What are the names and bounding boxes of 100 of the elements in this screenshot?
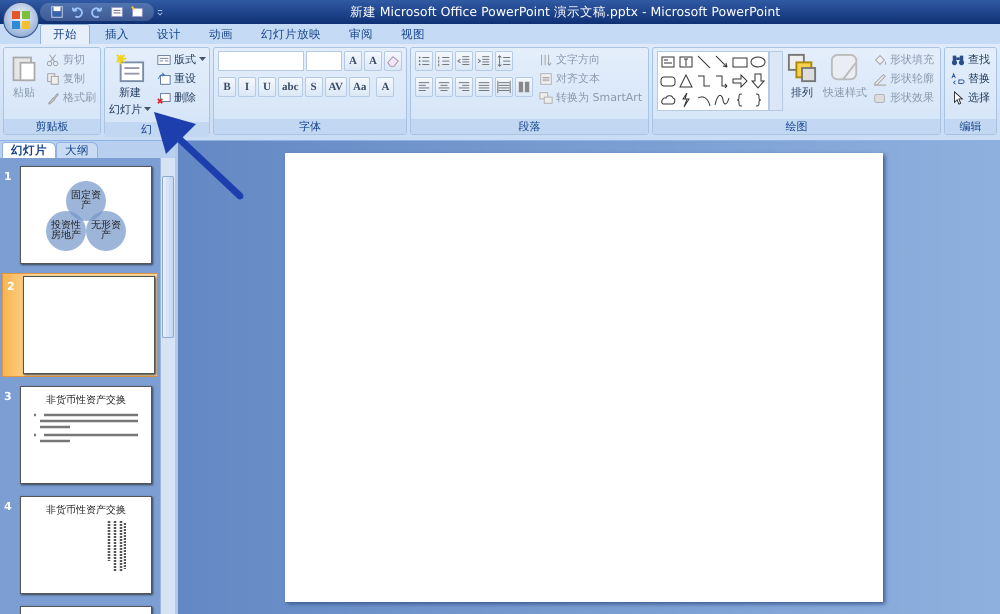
editing-button[interactable]: 替换 bbox=[949, 70, 992, 87]
shape-icon[interactable] bbox=[678, 54, 694, 70]
layout-icon bbox=[157, 52, 171, 66]
shapes-gallery[interactable] bbox=[657, 51, 770, 111]
format-button[interactable]: B bbox=[218, 77, 236, 97]
new-slide-button[interactable]: 新建 幻灯片 bbox=[107, 51, 153, 119]
venn-label: 固定资产 bbox=[70, 191, 102, 211]
format-button[interactable]: I bbox=[238, 77, 256, 97]
arrange-icon bbox=[787, 53, 818, 83]
align-button[interactable] bbox=[515, 77, 533, 97]
font-size-button[interactable]: A bbox=[344, 51, 362, 71]
scrollbar-thumb[interactable] bbox=[162, 176, 174, 338]
align-lines-icon bbox=[437, 80, 451, 94]
slide-number: 1 bbox=[4, 170, 13, 183]
paragraph-button[interactable] bbox=[475, 51, 493, 71]
group-label: 剪贴板 bbox=[4, 119, 100, 134]
shape-icon[interactable] bbox=[750, 73, 766, 89]
shape-icon[interactable] bbox=[714, 54, 730, 70]
reset-icon bbox=[157, 72, 171, 86]
office-button[interactable] bbox=[3, 2, 39, 38]
format-button[interactable]: AV bbox=[324, 77, 347, 97]
list-format-icon bbox=[477, 54, 491, 68]
align-button[interactable] bbox=[495, 77, 513, 97]
paragraph-button[interactable] bbox=[455, 51, 473, 71]
paint-bucket-icon bbox=[873, 52, 888, 66]
font-size-button[interactable]: A bbox=[364, 51, 382, 71]
list-format-icon bbox=[417, 54, 431, 68]
align-lines-icon bbox=[497, 80, 511, 94]
ribbon-tab[interactable]: 插入 bbox=[92, 24, 142, 44]
caret-icon bbox=[144, 107, 151, 112]
font-field[interactable] bbox=[218, 51, 304, 71]
format-button[interactable]: S bbox=[304, 77, 322, 97]
venn-label: 投资性房地产 bbox=[50, 221, 82, 241]
align-lines-icon bbox=[517, 80, 531, 94]
delete-slide-icon bbox=[157, 90, 171, 104]
ribbon-tab[interactable]: 幻灯片放映 bbox=[248, 24, 334, 44]
binoculars-icon bbox=[951, 52, 966, 66]
window-title: 新建 Microsoft Office PowerPoint 演示文稿.pptx - Microsoft PowerPoint bbox=[348, 4, 782, 21]
slide-button[interactable]: 重设 bbox=[155, 70, 208, 87]
shape-icon[interactable] bbox=[696, 54, 712, 70]
caret-icon bbox=[199, 57, 206, 62]
font-color-button[interactable]: A bbox=[376, 77, 394, 97]
ribbon-tab[interactable]: 开始 bbox=[40, 24, 90, 44]
align-button[interactable] bbox=[475, 77, 493, 97]
replace-icon bbox=[951, 72, 966, 86]
arrange-button[interactable]: 排列 bbox=[785, 51, 820, 102]
group-label: 绘图 bbox=[653, 119, 940, 134]
slide-button[interactable]: 版式 bbox=[155, 51, 208, 68]
logo bbox=[11, 10, 31, 30]
eraser-icon bbox=[386, 54, 400, 68]
shape-icon[interactable] bbox=[696, 73, 712, 89]
slide-number: 4 bbox=[4, 500, 13, 513]
panel-tab[interactable]: 大纲 bbox=[56, 142, 98, 158]
paragraph-button[interactable] bbox=[435, 51, 453, 71]
format-button[interactable]: U bbox=[258, 77, 276, 97]
redo-icon bbox=[90, 5, 104, 19]
align-lines-icon bbox=[417, 80, 431, 94]
ribbon-tab[interactable]: 审阅 bbox=[336, 24, 386, 44]
shape-icon[interactable] bbox=[732, 73, 748, 89]
clear-format-button[interactable] bbox=[384, 51, 402, 71]
align-lines-icon bbox=[477, 80, 491, 94]
editing-button[interactable]: 查找 bbox=[949, 51, 992, 68]
smartart-icon bbox=[539, 90, 553, 104]
shape-icon[interactable] bbox=[678, 73, 694, 89]
slide-title: 非货币性资产交换 bbox=[46, 504, 126, 517]
list-format-icon bbox=[497, 54, 511, 68]
format-button[interactable]: Aa bbox=[348, 77, 370, 97]
ribbon-tab[interactable]: 动画 bbox=[196, 24, 246, 44]
format-button[interactable]: abc bbox=[278, 77, 302, 97]
slide-thumbnail[interactable]: 固定资产 投资性房地产 无形资产 bbox=[20, 166, 152, 264]
undo-icon bbox=[70, 5, 84, 19]
slide-title: 非货币性资产交换 bbox=[46, 394, 126, 407]
ribbon-tab[interactable]: 设计 bbox=[144, 24, 194, 44]
group-label: 编辑 bbox=[945, 119, 996, 134]
align-button[interactable] bbox=[415, 77, 433, 97]
slide-button[interactable]: 删除 bbox=[155, 89, 208, 106]
vertical-text-drawing bbox=[106, 521, 126, 571]
align-button[interactable] bbox=[455, 77, 473, 97]
align-button[interactable] bbox=[435, 77, 453, 97]
group-label: 段落 bbox=[411, 119, 648, 134]
align-lines-icon bbox=[457, 80, 471, 94]
shape-icon[interactable] bbox=[714, 73, 730, 89]
cursor-icon bbox=[951, 90, 966, 104]
shape-icon[interactable] bbox=[660, 54, 676, 70]
paragraph-button[interactable] bbox=[415, 51, 433, 71]
slide-thumbnail[interactable]: 非货币性资产交换 bbox=[20, 496, 152, 594]
list-format-icon bbox=[457, 54, 471, 68]
font-size-field[interactable] bbox=[306, 51, 342, 71]
slide-thumbnail[interactable]: 非货币性资产交换 bbox=[20, 386, 152, 484]
scrollbar[interactable] bbox=[160, 158, 175, 614]
panel-tab[interactable]: 幻灯片 bbox=[2, 142, 56, 158]
text-direction-icon bbox=[539, 52, 553, 66]
ribbon-tab[interactable]: 视图 bbox=[388, 24, 438, 44]
paragraph-button[interactable] bbox=[495, 51, 513, 71]
shape-icon[interactable] bbox=[750, 54, 766, 70]
gallery-scrollbar[interactable] bbox=[769, 51, 784, 111]
group-label: 字体 bbox=[214, 119, 406, 134]
shape-icon[interactable] bbox=[714, 92, 730, 108]
slide-thumbnail[interactable] bbox=[23, 276, 155, 374]
editing-button[interactable]: 选择 bbox=[949, 89, 992, 106]
